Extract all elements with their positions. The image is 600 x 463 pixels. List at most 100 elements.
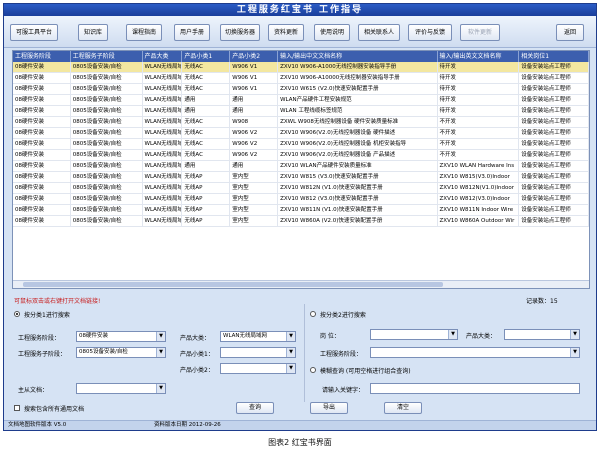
table-row[interactable]: 08硬件安装0805设备安装/自检WLAN无线局域网无线ACW906 V2ZXV… (13, 128, 589, 139)
table-cell: 待开发 (438, 106, 520, 116)
clear-button[interactable]: 清空 (384, 402, 422, 414)
table-row[interactable]: 08硬件安装0805设备安装/自检WLAN无线局域网无线AP室内型ZXV10 W… (13, 205, 589, 216)
user-manual-button[interactable]: 用户手册 (174, 24, 210, 41)
contacts-button[interactable]: 相关联系人 (358, 24, 400, 41)
table-row[interactable]: 08硬件安装0805设备安装/自检WLAN无线局域网通用通用ZXV10 WLAN… (13, 161, 589, 172)
horizontal-scrollbar[interactable] (13, 280, 589, 288)
table-cell: 0805设备安装/自检 (71, 194, 143, 204)
search-by-category1-label: 按分类1进行搜索 (24, 312, 70, 319)
table-cell: WLAN无线局域网 (143, 106, 183, 116)
table-cell: 无线AC (182, 150, 231, 160)
column-header[interactable]: 产品小类2 (230, 51, 279, 62)
table-cell: 0805设备安装/自检 (71, 205, 143, 215)
right-major-category-label: 产品大类： (466, 333, 497, 340)
table-row[interactable]: 08硬件安装0805设备安装/自检WLAN无线局域网无线AP室内型ZXV10 W… (13, 183, 589, 194)
export-button[interactable]: 导出 (310, 402, 348, 414)
table-cell: W906 V1 (230, 73, 279, 83)
column-header[interactable]: 相关岗位1 (519, 51, 589, 62)
minor-category2-select[interactable]: ▼ (220, 363, 296, 374)
feedback-button[interactable]: 评价与反馈 (408, 24, 452, 41)
right-stage-select[interactable]: ▼ (370, 347, 580, 358)
table-cell: ZXWL W908无线控制器设备 硬件安装质量标准 (278, 117, 438, 127)
table-cell: 室内型 (230, 172, 279, 182)
table-cell: 08硬件安装 (13, 172, 71, 182)
switch-server-button[interactable]: 切换服务器 (220, 24, 260, 41)
table-cell: 通用 (182, 161, 231, 171)
table-row[interactable]: 08硬件安装0805设备安装/自检WLAN无线局域网无线ACW906 V2ZXV… (13, 139, 589, 150)
table-row[interactable]: 08硬件安装0805设备安装/自检WLAN无线局域网无线AP室内型ZXV10 W… (13, 172, 589, 183)
stage-label: 工程服务阶段： (18, 335, 61, 342)
table-cell: W906 V2 (230, 128, 279, 138)
data-update-button[interactable]: 资料更新 (268, 24, 304, 41)
column-header[interactable]: 输入/输出英文文档名称 (438, 51, 520, 62)
search-by-category1-radio[interactable] (14, 311, 20, 317)
table-cell: WLAN无线局域网 (143, 62, 183, 72)
stage-select[interactable]: 08硬件安装 ▼ (76, 331, 166, 342)
table-cell: 无线AC (182, 128, 231, 138)
right-major-category-select[interactable]: ▼ (504, 329, 580, 340)
table-cell: 设备安装站点工程师 (519, 172, 589, 182)
table-cell: 08硬件安装 (13, 161, 71, 171)
table-row[interactable]: 08硬件安装0805设备安装/自检WLAN无线局域网通用通用WLAN产品硬件工程… (13, 95, 589, 106)
back-button[interactable]: 返回 (556, 24, 584, 41)
table-cell: 无线AC (182, 139, 231, 149)
table-cell: 08硬件安装 (13, 128, 71, 138)
table-cell: 08硬件安装 (13, 117, 71, 127)
table-cell: 08硬件安装 (13, 194, 71, 204)
software-update-button[interactable]: 软件更新 (460, 24, 500, 41)
table-cell: WLAN无线局域网 (143, 183, 183, 193)
minor-category1-select[interactable]: ▼ (220, 347, 296, 358)
keyword-label: 请输入关键字： (322, 387, 365, 394)
chevron-down-icon: ▼ (570, 330, 579, 339)
column-header[interactable]: 输入/输出中文文档名称 (278, 51, 438, 62)
tool-platform-button[interactable]: 可服工具平台 (10, 24, 58, 41)
table-cell: 设备安装站点工程师 (519, 106, 589, 116)
main-doc-select[interactable]: ▼ (76, 383, 166, 394)
table-row[interactable]: 08硬件安装0805设备安装/自检WLAN无线局域网无线ACW906 V1ZXV… (13, 84, 589, 95)
stage-select-value: 08硬件安装 (79, 333, 108, 339)
table-cell: W906 V2 (230, 139, 279, 149)
keyword-input[interactable] (370, 383, 580, 394)
table-cell: WLAN无线局域网 (143, 128, 183, 138)
table-cell: 无线AP (182, 216, 231, 226)
post-select[interactable]: ▼ (370, 329, 458, 340)
column-header[interactable]: 产品大类 (143, 51, 183, 62)
table-cell: ZXV10 W906(V2.0)无线控制器设备 机柜安装指导 (278, 139, 438, 149)
substage-select[interactable]: 0805设备安装/自检 ▼ (76, 347, 166, 358)
scrollbar-thumb[interactable] (23, 282, 443, 287)
table-row[interactable]: 08硬件安装0805设备安装/自检WLAN无线局域网无线AP室内型ZXV10 W… (13, 194, 589, 205)
data-version-date: 资料版本日期 2012-09-26 (154, 422, 221, 428)
course-guide-button[interactable]: 课程指南 (126, 24, 162, 41)
fuzzy-search-radio[interactable] (310, 367, 316, 373)
knowledge-base-button[interactable]: 知识库 (78, 24, 108, 41)
column-header[interactable]: 工程服务阶段 (13, 51, 71, 62)
table-cell: 通用 (230, 95, 279, 105)
column-header[interactable]: 工程服务子阶段 (71, 51, 143, 62)
search-by-category2-radio[interactable] (310, 311, 316, 317)
table-cell: ZXV10 W906-A1000无线控制器安装指导手册 (278, 62, 438, 72)
table-cell: 通用 (230, 106, 279, 116)
search-by-category2-label: 按分类2进行搜索 (320, 312, 366, 319)
table-cell: 无线AP (182, 194, 231, 204)
table-row[interactable]: 08硬件安装0805设备安装/自检WLAN无线局域网无线ACW906 V1ZXV… (13, 73, 589, 84)
search-button[interactable]: 查询 (236, 402, 274, 414)
main-window: 工程服务红宝书 工作指导 可服工具平台 知识库 课程指南 用户手册 切换服务器 … (3, 3, 597, 431)
major-category-select[interactable]: WLAN无线局域网 ▼ (220, 331, 296, 342)
table-row[interactable]: 08硬件安装0805设备安装/自检WLAN无线局域网无线ACW906 V1ZXV… (13, 62, 589, 73)
figure-caption: 图表2 红宝书界面 (268, 438, 332, 447)
usage-guide-button[interactable]: 使用说明 (314, 24, 350, 41)
table-cell: 设备安装站点工程师 (519, 216, 589, 226)
table-row[interactable]: 08硬件安装0805设备安装/自检WLAN无线局域网无线AP室内型ZXV10 W… (13, 216, 589, 227)
table-row[interactable]: 08硬件安装0805设备安装/自检WLAN无线局域网通用通用WLAN 工程线缆标… (13, 106, 589, 117)
include-general-checkbox[interactable] (14, 405, 20, 411)
table-cell: 08硬件安装 (13, 73, 71, 83)
table-cell: 不开发 (438, 128, 520, 138)
table-cell: ZXV10 W860A (V2.0)快速安装配置手册 (278, 216, 438, 226)
table-cell: 08硬件安装 (13, 62, 71, 72)
column-header[interactable]: 产品小类1 (182, 51, 231, 62)
table-cell: 设备安装站点工程师 (519, 161, 589, 171)
major-category-label: 产品大类： (180, 335, 211, 342)
table-row[interactable]: 08硬件安装0805设备安装/自检WLAN无线局域网无线ACW906 V2ZXV… (13, 150, 589, 161)
table-cell: 08硬件安装 (13, 216, 71, 226)
table-row[interactable]: 08硬件安装0805设备安装/自检WLAN无线局域网无线ACW908ZXWL W… (13, 117, 589, 128)
